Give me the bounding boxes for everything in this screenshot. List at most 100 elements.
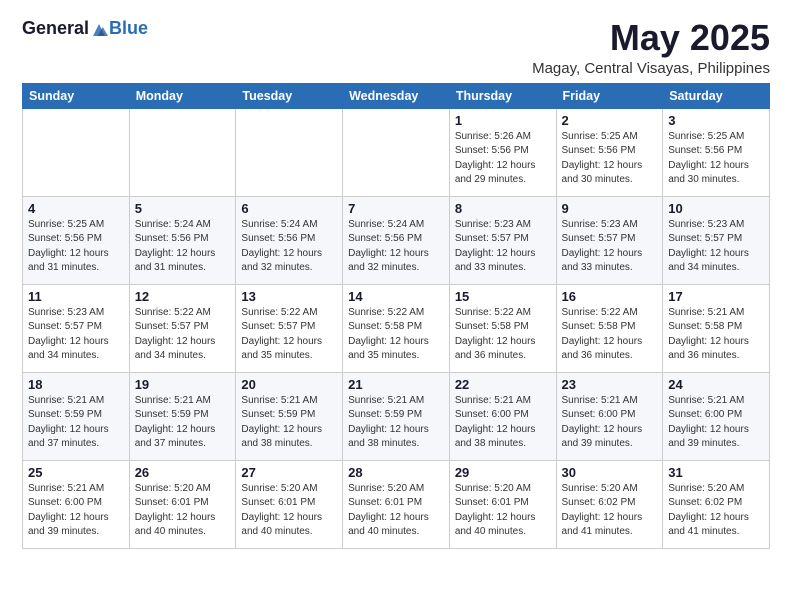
column-header-saturday: Saturday (663, 83, 770, 108)
week-row-5: 25 Sunrise: 5:21 AM Sunset: 6:00 PM Dayli… (23, 460, 770, 548)
calendar-cell: 29Sunrise: 5:20 AM Sunset: 6:01 PM Dayli… (449, 460, 556, 548)
day-number: 7 (348, 201, 444, 216)
day-info: Sunrise: 5:22 AM Sunset: 5:57 PM Dayligh… (135, 306, 231, 364)
week-row-3: 11 Sunrise: 5:23 AM Sunset: 5:57 PM Dayli… (23, 284, 770, 372)
day-number: 18 (28, 377, 124, 392)
day-info: Sunrise: 5:20 AM Sunset: 6:02 PM Dayligh… (668, 482, 764, 540)
day-number: 31 (668, 465, 764, 480)
day-info: Sunrise: 5:20 AM Sunset: 6:01 PM Dayligh… (241, 482, 337, 540)
calendar-cell (23, 108, 130, 196)
calendar-cell: 8 Sunrise: 5:23 AM Sunset: 5:57 PM Daylig… (449, 196, 556, 284)
calendar-cell: 12 Sunrise: 5:22 AM Sunset: 5:57 PM Dayli… (129, 284, 236, 372)
day-info: Sunrise: 5:24 AM Sunset: 5:56 PM Dayligh… (348, 218, 444, 276)
week-row-2: 4Sunrise: 5:25 AM Sunset: 5:56 PM Daylig… (23, 196, 770, 284)
calendar-cell: 18 Sunrise: 5:21 AM Sunset: 5:59 PM Dayli… (23, 372, 130, 460)
calendar-table: SundayMondayTuesdayWednesdayThursdayFrid… (22, 83, 770, 549)
title-area: May 2025 Magay, Central Visayas, Philipp… (532, 18, 770, 77)
day-number: 24 (668, 377, 764, 392)
day-info: Sunrise: 5:25 AM Sunset: 5:56 PM Dayligh… (668, 130, 764, 188)
day-number: 17 (668, 289, 764, 304)
calendar-cell: 9 Sunrise: 5:23 AM Sunset: 5:57 PM Daylig… (556, 196, 663, 284)
header-row: SundayMondayTuesdayWednesdayThursdayFrid… (23, 83, 770, 108)
calendar-cell: 2Sunrise: 5:25 AM Sunset: 5:56 PM Daylig… (556, 108, 663, 196)
day-number: 20 (241, 377, 337, 392)
day-info: Sunrise: 5:21 AM Sunset: 5:58 PM Dayligh… (668, 306, 764, 364)
day-info: Sunrise: 5:20 AM Sunset: 6:02 PM Dayligh… (562, 482, 658, 540)
day-number: 5 (135, 201, 231, 216)
day-number: 13 (241, 289, 337, 304)
day-number: 1 (455, 113, 551, 128)
column-header-thursday: Thursday (449, 83, 556, 108)
day-info: Sunrise: 5:24 AM Sunset: 5:56 PM Dayligh… (241, 218, 337, 276)
day-info: Sunrise: 5:23 AM Sunset: 5:57 PM Dayligh… (562, 218, 658, 276)
week-row-1: 1 Sunrise: 5:26 AM Sunset: 5:56 PM Daylig… (23, 108, 770, 196)
logo: General Blue (22, 18, 148, 39)
calendar-cell: 7 Sunrise: 5:24 AM Sunset: 5:56 PM Daylig… (343, 196, 450, 284)
day-number: 12 (135, 289, 231, 304)
day-number: 14 (348, 289, 444, 304)
day-info: Sunrise: 5:21 AM Sunset: 6:00 PM Dayligh… (455, 394, 551, 452)
day-number: 8 (455, 201, 551, 216)
calendar-cell: 28Sunrise: 5:20 AM Sunset: 6:01 PM Dayli… (343, 460, 450, 548)
calendar-cell: 26Sunrise: 5:20 AM Sunset: 6:01 PM Dayli… (129, 460, 236, 548)
day-info: Sunrise: 5:21 AM Sunset: 6:00 PM Dayligh… (28, 482, 124, 540)
calendar-cell: 11 Sunrise: 5:23 AM Sunset: 5:57 PM Dayli… (23, 284, 130, 372)
calendar-cell: 1 Sunrise: 5:26 AM Sunset: 5:56 PM Daylig… (449, 108, 556, 196)
calendar-cell (129, 108, 236, 196)
day-number: 16 (562, 289, 658, 304)
week-row-4: 18 Sunrise: 5:21 AM Sunset: 5:59 PM Dayli… (23, 372, 770, 460)
day-number: 11 (28, 289, 124, 304)
calendar-cell (236, 108, 343, 196)
logo-icon (90, 21, 108, 39)
column-header-friday: Friday (556, 83, 663, 108)
day-number: 19 (135, 377, 231, 392)
day-info: Sunrise: 5:26 AM Sunset: 5:56 PM Dayligh… (455, 130, 551, 188)
day-info: Sunrise: 5:21 AM Sunset: 6:00 PM Dayligh… (668, 394, 764, 452)
calendar-cell: 3 Sunrise: 5:25 AM Sunset: 5:56 PM Daylig… (663, 108, 770, 196)
day-info: Sunrise: 5:22 AM Sunset: 5:58 PM Dayligh… (348, 306, 444, 364)
day-info: Sunrise: 5:24 AM Sunset: 5:56 PM Dayligh… (135, 218, 231, 276)
column-header-tuesday: Tuesday (236, 83, 343, 108)
header: General Blue May 2025 Magay, Central Vis… (22, 18, 770, 77)
day-info: Sunrise: 5:21 AM Sunset: 5:59 PM Dayligh… (348, 394, 444, 452)
day-number: 25 (28, 465, 124, 480)
calendar-cell: 31 Sunrise: 5:20 AM Sunset: 6:02 PM Dayli… (663, 460, 770, 548)
day-info: Sunrise: 5:25 AM Sunset: 5:56 PM Dayligh… (562, 130, 658, 188)
day-number: 29 (455, 465, 551, 480)
day-number: 22 (455, 377, 551, 392)
calendar-cell: 17 Sunrise: 5:21 AM Sunset: 5:58 PM Dayli… (663, 284, 770, 372)
day-number: 6 (241, 201, 337, 216)
calendar-cell: 4Sunrise: 5:25 AM Sunset: 5:56 PM Daylig… (23, 196, 130, 284)
column-header-monday: Monday (129, 83, 236, 108)
column-header-wednesday: Wednesday (343, 83, 450, 108)
calendar-cell: 25 Sunrise: 5:21 AM Sunset: 6:00 PM Dayli… (23, 460, 130, 548)
day-number: 30 (562, 465, 658, 480)
day-info: Sunrise: 5:23 AM Sunset: 5:57 PM Dayligh… (28, 306, 124, 364)
calendar-cell: 27Sunrise: 5:20 AM Sunset: 6:01 PM Dayli… (236, 460, 343, 548)
calendar-cell: 22 Sunrise: 5:21 AM Sunset: 6:00 PM Dayli… (449, 372, 556, 460)
location-title: Magay, Central Visayas, Philippines (532, 60, 770, 77)
calendar-cell: 21Sunrise: 5:21 AM Sunset: 5:59 PM Dayli… (343, 372, 450, 460)
day-number: 10 (668, 201, 764, 216)
day-info: Sunrise: 5:22 AM Sunset: 5:58 PM Dayligh… (562, 306, 658, 364)
logo-blue: Blue (109, 18, 148, 39)
day-info: Sunrise: 5:21 AM Sunset: 5:59 PM Dayligh… (28, 394, 124, 452)
day-number: 9 (562, 201, 658, 216)
day-number: 4 (28, 201, 124, 216)
day-info: Sunrise: 5:20 AM Sunset: 6:01 PM Dayligh… (348, 482, 444, 540)
calendar-cell: 19Sunrise: 5:21 AM Sunset: 5:59 PM Dayli… (129, 372, 236, 460)
day-info: Sunrise: 5:23 AM Sunset: 5:57 PM Dayligh… (455, 218, 551, 276)
calendar-cell: 23Sunrise: 5:21 AM Sunset: 6:00 PM Dayli… (556, 372, 663, 460)
logo-area: General Blue (22, 18, 148, 39)
day-number: 15 (455, 289, 551, 304)
day-info: Sunrise: 5:23 AM Sunset: 5:57 PM Dayligh… (668, 218, 764, 276)
calendar-cell: 30 Sunrise: 5:20 AM Sunset: 6:02 PM Dayli… (556, 460, 663, 548)
day-number: 3 (668, 113, 764, 128)
calendar-cell: 15Sunrise: 5:22 AM Sunset: 5:58 PM Dayli… (449, 284, 556, 372)
calendar-cell: 14 Sunrise: 5:22 AM Sunset: 5:58 PM Dayli… (343, 284, 450, 372)
day-info: Sunrise: 5:21 AM Sunset: 6:00 PM Dayligh… (562, 394, 658, 452)
calendar-page: General Blue May 2025 Magay, Central Vis… (0, 0, 792, 612)
day-info: Sunrise: 5:20 AM Sunset: 6:01 PM Dayligh… (135, 482, 231, 540)
calendar-cell: 13Sunrise: 5:22 AM Sunset: 5:57 PM Dayli… (236, 284, 343, 372)
month-title: May 2025 (532, 18, 770, 58)
